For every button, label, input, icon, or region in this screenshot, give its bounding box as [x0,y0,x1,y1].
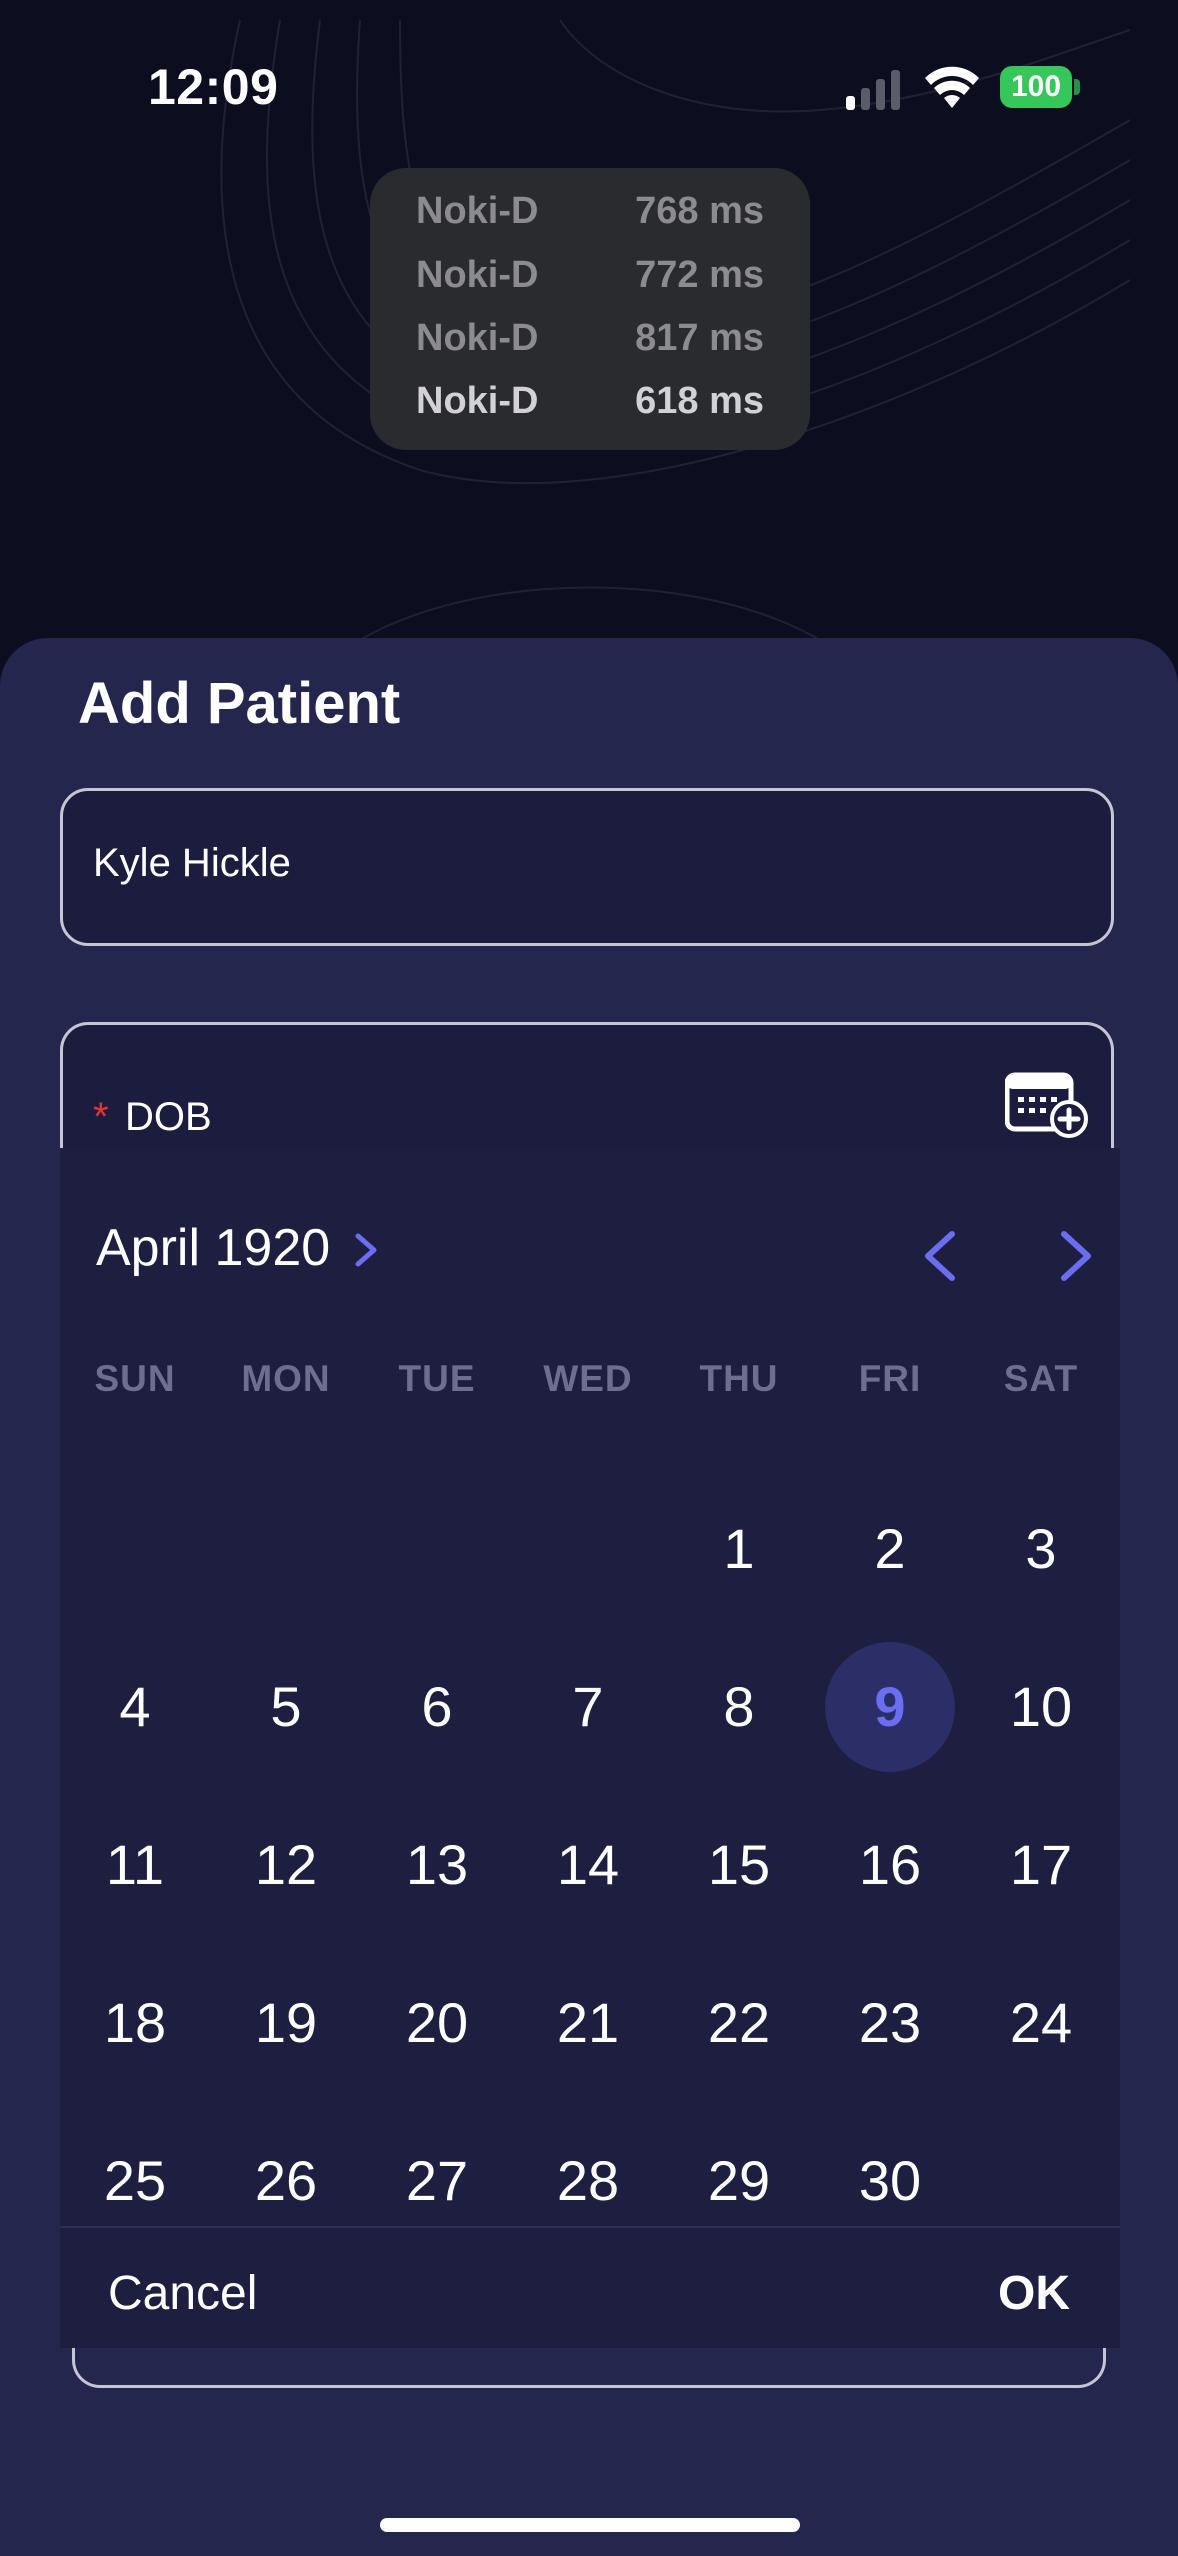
weekday-sat: SAT [1003,1358,1079,1399]
weekday-mon: MON [241,1358,331,1399]
weekday-sun: SUN [94,1358,176,1399]
cancel-button[interactable]: Cancel [108,2266,257,2321]
month-year-label[interactable]: April 1920 [96,1218,330,1278]
calendar-day-number: 14 [556,1833,620,1896]
calendar-add-icon[interactable] [1005,1067,1089,1139]
calendar-day-number: 16 [858,1833,922,1896]
calendar-day-number: 17 [1009,1833,1073,1896]
cellular-signal-icon [846,70,900,110]
latency-value: 772 ms [635,254,764,296]
calendar-day[interactable]: 20 [362,1958,512,2088]
calendar-day-number: 18 [103,1991,167,2054]
calendar-day-number: 30 [858,2149,922,2212]
calendar-day-number: 19 [254,1991,318,2054]
calendar-day-number: 10 [1009,1675,1073,1738]
calendar-day-number: 7 [572,1675,604,1738]
chevron-right-icon[interactable] [352,1230,380,1270]
latency-value: 768 ms [635,190,764,232]
calendar-day[interactable]: 12 [211,1800,361,1930]
device-name: Noki-D [416,380,539,422]
ok-button[interactable]: OK [998,2266,1070,2321]
weekday-wed: WED [543,1358,633,1399]
calendar-day[interactable]: 19 [211,1958,361,2088]
device-name: Noki-D [416,190,539,232]
latency-toast: Noki-D 768 ms Noki-D 772 ms Noki-D 817 m… [370,168,810,450]
calendar-day[interactable]: 3 [966,1484,1116,1614]
calendar-day-number: 15 [707,1833,771,1896]
calendar-day-number: 23 [858,1991,922,2054]
calendar-day[interactable]: 8 [664,1642,814,1772]
calendar-day-number: 8 [723,1675,755,1738]
device-name: Noki-D [416,317,539,359]
calendar-day-number: 24 [1009,1991,1073,2054]
date-picker: April 1920 SUN MON TUE WED THU FRI SAT 1… [60,1148,1120,2348]
calendar-day[interactable]: 6 [362,1642,512,1772]
calendar-day[interactable]: 13 [362,1800,512,1930]
calendar-day[interactable]: 10 [966,1642,1116,1772]
calendar-day-number: 29 [707,2149,771,2212]
latency-value: 618 ms [635,380,764,422]
next-month-button[interactable] [1050,1228,1100,1284]
battery-indicator: 100 [1000,66,1080,108]
latency-value: 817 ms [635,317,764,359]
calendar-day[interactable]: 4 [60,1642,210,1772]
calendar-day-number: 27 [405,2149,469,2212]
calendar-day-number: 21 [556,1991,620,2054]
calendar-day[interactable]: 15 [664,1800,814,1930]
patient-name-input[interactable]: Kyle Hickle [60,788,1114,946]
status-time: 12:09 [148,59,279,115]
calendar-day[interactable]: 5 [211,1642,361,1772]
battery-tip [1074,79,1080,95]
device-name: Noki-D [416,254,539,296]
divider [60,2226,1120,2228]
calendar-day[interactable]: 11 [60,1800,210,1930]
calendar-day-number: 5 [270,1675,302,1738]
calendar-day-number: 9 [874,1675,906,1738]
dob-label: DOB [125,1095,212,1139]
calendar-day-number: 1 [723,1517,755,1580]
calendar-day-number: 11 [105,1833,165,1896]
calendar-day-number: 6 [421,1675,453,1738]
calendar-day[interactable]: 7 [513,1642,663,1772]
calendar-day[interactable]: 17 [966,1800,1116,1930]
weekday-fri: FRI [858,1358,922,1399]
calendar-day-number: 28 [556,2149,620,2212]
calendar-day[interactable]: 14 [513,1800,663,1930]
sheet-title: Add Patient [78,671,401,736]
calendar-day[interactable]: 23 [815,1958,965,2088]
calendar-day-number: 26 [254,2149,318,2212]
latency-row: Noki-D 772 ms [370,254,810,316]
calendar-day[interactable]: 24 [966,1958,1116,2088]
battery-level: 100 [1000,66,1072,108]
calendar-day-number: 22 [707,1991,771,2054]
calendar-day-selected[interactable]: 9 [815,1642,965,1772]
calendar-day-number: 13 [405,1833,469,1896]
calendar-day[interactable]: 18 [60,1958,210,2088]
calendar-day-number: 4 [119,1675,151,1738]
latency-row: Noki-D 618 ms [370,380,810,442]
calendar-day-number: 3 [1025,1517,1057,1580]
calendar-day[interactable]: 21 [513,1958,663,2088]
calendar-day-number: 2 [874,1517,906,1580]
home-indicator [380,2518,800,2532]
previous-month-button[interactable] [916,1228,966,1284]
weekday-thu: THU [699,1358,779,1399]
weekday-tue: TUE [398,1358,476,1399]
calendar-day[interactable]: 16 [815,1800,965,1930]
calendar-day-number: 20 [405,1991,469,2054]
patient-name-value: Kyle Hickle [93,841,291,885]
calendar-day-number: 25 [103,2149,167,2212]
required-marker: * [93,1095,109,1139]
latency-row: Noki-D 817 ms [370,317,810,379]
latency-row: Noki-D 768 ms [370,190,810,252]
calendar-day[interactable]: 2 [815,1484,965,1614]
calendar-day[interactable]: 22 [664,1958,814,2088]
calendar-day[interactable]: 1 [664,1484,814,1614]
calendar-day-number: 12 [254,1833,318,1896]
wifi-icon [925,66,979,108]
